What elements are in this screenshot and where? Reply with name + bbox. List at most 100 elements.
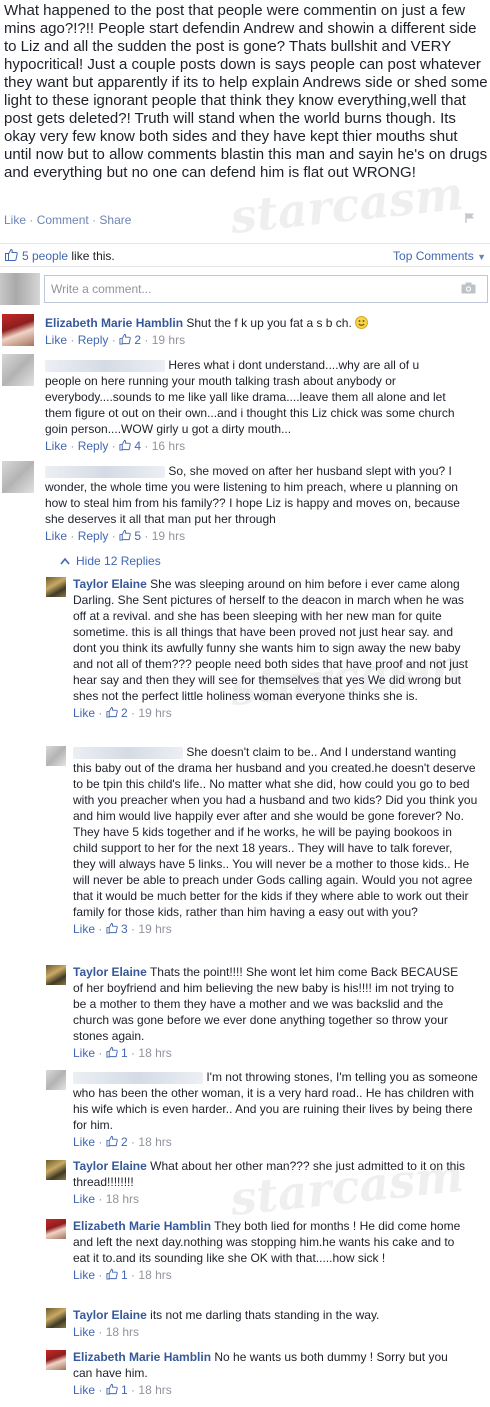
comment-timestamp[interactable]: 19 hrs [152, 529, 185, 543]
comment-timestamp[interactable]: 18 hrs [138, 1383, 171, 1397]
comment: So, she moved on after her husband slept… [45, 463, 475, 544]
thumbs-up-icon [106, 1383, 118, 1395]
comment-timestamp[interactable]: 18 hrs [106, 1192, 139, 1206]
comment-reply-link[interactable]: Reply [78, 333, 109, 347]
post-like-link[interactable]: Like [4, 213, 26, 227]
comment-like-link[interactable]: Like [73, 922, 95, 936]
like-count[interactable]: 2 [134, 333, 141, 347]
like-count[interactable]: 1 [121, 1383, 128, 1397]
likes-count-link[interactable]: 5 people like this. [22, 249, 115, 263]
comment-text: She doesn't claim to be.. And I understa… [73, 745, 478, 919]
comment-actions: Like · Reply · 4 · 16 hrs [45, 439, 186, 453]
comment: Heres what i dont understand....why are … [45, 357, 455, 454]
comment-like-link[interactable]: Like [73, 1046, 95, 1060]
comment-reply-link[interactable]: Reply [78, 529, 109, 543]
avatar[interactable] [46, 1350, 66, 1370]
avatar[interactable] [46, 1160, 66, 1180]
comment-timestamp[interactable]: 19 hrs [138, 706, 171, 720]
comment-like-link[interactable]: Like [45, 439, 67, 453]
reply: She doesn't claim to be.. And I understa… [73, 744, 478, 937]
camera-icon[interactable] [461, 282, 476, 294]
smiley-icon [355, 316, 369, 329]
flag-icon[interactable] [464, 212, 476, 224]
redacted-author [73, 746, 183, 759]
avatar[interactable] [46, 1308, 66, 1328]
avatar[interactable] [46, 1219, 66, 1239]
comment-input[interactable]: Write a comment... [44, 275, 488, 303]
comment-timestamp[interactable]: 19 hrs [152, 333, 185, 347]
comment-author[interactable]: Taylor Elaine [73, 577, 147, 591]
separator: · [92, 213, 97, 227]
comment-author[interactable]: Elizabeth Marie Hamblin [73, 1219, 211, 1233]
comment-like-link[interactable]: Like [45, 529, 67, 543]
comment-actions: Like · 18 hrs [73, 1325, 140, 1339]
thumbs-up-icon [5, 248, 18, 261]
comment-composer: Write a comment... [0, 270, 490, 308]
post-text: What happened to the post that people we… [4, 2, 488, 181]
avatar[interactable] [46, 965, 66, 985]
comment-like-link[interactable]: Like [73, 1135, 95, 1149]
like-count[interactable]: 1 [121, 1268, 128, 1282]
comment-actions: Like · 1 · 18 hrs [73, 1046, 172, 1060]
comment-actions: Like · 18 hrs [73, 1192, 140, 1206]
like-count[interactable]: 5 [134, 529, 141, 543]
reply: Taylor Elaine its not me darling thats s… [73, 1307, 468, 1340]
hide-replies-button[interactable]: Hide 12 Replies [60, 554, 161, 568]
comment-like-link[interactable]: Like [73, 1383, 95, 1397]
likes-suffix: like this. [71, 249, 115, 263]
top-comments-label[interactable]: Top Comments [393, 249, 474, 263]
comment-actions: Like · 1 · 18 hrs [73, 1268, 172, 1282]
chevron-down-icon: ▼ [477, 252, 486, 262]
redacted-author [73, 1071, 203, 1084]
thumbs-up-icon [119, 439, 131, 451]
comment-timestamp[interactable]: 19 hrs [138, 922, 171, 936]
comment-timestamp[interactable]: 18 hrs [138, 1046, 171, 1060]
comment-author[interactable]: Elizabeth Marie Hamblin [73, 1350, 211, 1364]
thumbs-up-icon [106, 1046, 118, 1058]
hide-replies-label[interactable]: Hide 12 Replies [76, 554, 161, 568]
thumbs-up-icon [106, 922, 118, 934]
comment-text: She was sleeping around on him before i … [73, 577, 468, 703]
avatar[interactable] [46, 577, 66, 597]
comment-timestamp[interactable]: 18 hrs [106, 1325, 139, 1339]
comment-reply-link[interactable]: Reply [78, 439, 109, 453]
comment-actions: Like · 2 · 19 hrs [73, 706, 172, 720]
thumbs-up-icon [106, 1135, 118, 1147]
avatar[interactable] [46, 746, 66, 766]
comment: Elizabeth Marie Hamblin Shut the f k up … [45, 315, 488, 348]
like-count[interactable]: 4 [134, 439, 141, 453]
avatar [0, 273, 40, 305]
post-comment-link[interactable]: Comment [37, 213, 89, 227]
comment-author[interactable]: Taylor Elaine [73, 1159, 147, 1173]
comment-text: Shut the f k up you fat a s b ch. [186, 316, 352, 330]
comment-like-link[interactable]: Like [45, 333, 67, 347]
thumbs-up-icon [106, 1268, 118, 1280]
comment-timestamp[interactable]: 18 hrs [138, 1135, 171, 1149]
comment-author[interactable]: Taylor Elaine [73, 965, 147, 979]
comment-like-link[interactable]: Like [73, 1325, 95, 1339]
comment-like-link[interactable]: Like [73, 1268, 95, 1282]
reply: Taylor Elaine She was sleeping around on… [73, 576, 468, 721]
post-share-link[interactable]: Share [99, 213, 131, 227]
comment-timestamp[interactable]: 18 hrs [138, 1268, 171, 1282]
likes-count[interactable]: 5 people [22, 249, 68, 263]
comment-actions: Like · 3 · 19 hrs [73, 922, 172, 936]
like-count[interactable]: 2 [121, 706, 128, 720]
comment-like-link[interactable]: Like [73, 706, 95, 720]
avatar[interactable] [2, 461, 34, 493]
avatar[interactable] [2, 354, 34, 386]
like-count[interactable]: 3 [121, 922, 128, 936]
comment-timestamp[interactable]: 16 hrs [152, 439, 185, 453]
comment-author[interactable]: Taylor Elaine [73, 1308, 147, 1322]
comment-text: its not me darling thats standing in the… [150, 1308, 380, 1322]
comment-like-link[interactable]: Like [73, 1192, 95, 1206]
separator: · [29, 213, 34, 227]
top-comments-dropdown[interactable]: Top Comments ▼ [393, 249, 486, 263]
avatar[interactable] [2, 314, 34, 346]
like-count[interactable]: 1 [121, 1046, 128, 1060]
avatar[interactable] [46, 1070, 66, 1090]
reply: Taylor Elaine What about her other man??… [73, 1158, 468, 1207]
comment-author[interactable]: Elizabeth Marie Hamblin [45, 316, 183, 330]
reply: Taylor Elaine Thats the point!!!! She wo… [73, 964, 468, 1061]
like-count[interactable]: 2 [121, 1135, 128, 1149]
